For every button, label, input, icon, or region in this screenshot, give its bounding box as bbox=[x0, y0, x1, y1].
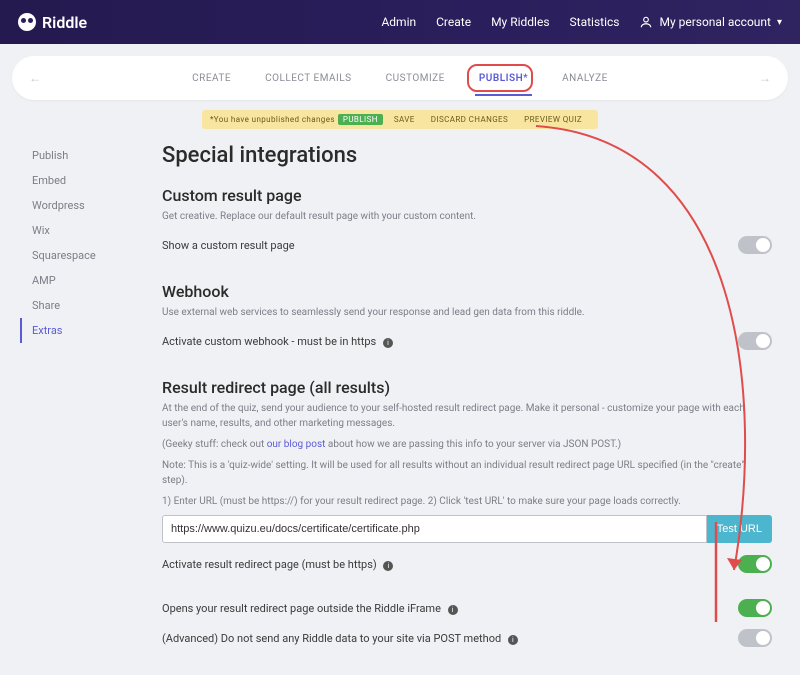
step-publish[interactable]: PUBLISH* bbox=[475, 65, 532, 92]
redirect-outside-label: Opens your result redirect page outside … bbox=[162, 602, 441, 615]
step-create[interactable]: CREATE bbox=[188, 65, 235, 92]
account-label: My personal account bbox=[659, 15, 771, 29]
sidebar-item-wordpress[interactable]: Wordpress bbox=[20, 193, 162, 218]
logo-icon bbox=[18, 13, 36, 31]
info-icon[interactable]: i bbox=[383, 561, 393, 571]
webhook-toggle[interactable] bbox=[738, 332, 772, 350]
section-redirect: Result redirect page (all results) At th… bbox=[162, 378, 772, 653]
warn-text: *You have unpublished changes bbox=[210, 115, 335, 124]
redirect-heading: Result redirect page (all results) bbox=[162, 378, 772, 397]
redirect-help3: Note: This is a 'quiz-wide' setting. It … bbox=[162, 458, 772, 488]
warn-save-button[interactable]: SAVE bbox=[389, 114, 420, 125]
step-customize[interactable]: CUSTOMIZE bbox=[382, 65, 449, 92]
brand-name: Riddle bbox=[42, 13, 87, 32]
redirect-help2: (Geeky stuff: check out our blog post ab… bbox=[162, 437, 772, 452]
custom-heading: Custom result page bbox=[162, 186, 772, 205]
warn-discard-button[interactable]: DISCARD CHANGES bbox=[426, 114, 513, 125]
webhook-heading: Webhook bbox=[162, 282, 772, 301]
sidebar-item-amp[interactable]: AMP bbox=[20, 268, 162, 293]
redirect-url-input[interactable] bbox=[162, 515, 707, 543]
sidebar-item-wix[interactable]: Wix bbox=[20, 218, 162, 243]
sidebar-item-squarespace[interactable]: Squarespace bbox=[20, 243, 162, 268]
step-next[interactable]: → bbox=[752, 71, 778, 85]
section-custom-result: Custom result page Get creative. Replace… bbox=[162, 186, 772, 260]
nav-myriddles[interactable]: My Riddles bbox=[491, 15, 549, 29]
redirect-help2-prefix: (Geeky stuff: check out bbox=[162, 439, 267, 450]
content-area: Publish Embed Wordpress Wix Squarespace … bbox=[12, 143, 788, 675]
nav-create[interactable]: Create bbox=[436, 15, 471, 29]
warn-publish-button[interactable]: PUBLISH bbox=[338, 114, 383, 125]
brand-logo[interactable]: Riddle bbox=[18, 13, 87, 32]
info-icon[interactable]: i bbox=[508, 635, 518, 645]
blog-post-link[interactable]: our blog post bbox=[267, 439, 326, 450]
chevron-down-icon: ▾ bbox=[777, 17, 782, 28]
user-icon bbox=[639, 15, 653, 29]
redirect-help4: 1) Enter URL (must be https://) for your… bbox=[162, 494, 772, 509]
page-title: Special integrations bbox=[162, 143, 772, 168]
step-analyze[interactable]: ANALYZE bbox=[558, 65, 612, 92]
sidebar-item-publish[interactable]: Publish bbox=[20, 143, 162, 168]
stepper: ← CREATE COLLECT EMAILS CUSTOMIZE PUBLIS… bbox=[12, 56, 788, 100]
sidebar-item-extras[interactable]: Extras bbox=[20, 318, 162, 343]
section-webhook: Webhook Use external web services to sea… bbox=[162, 282, 772, 356]
custom-help: Get creative. Replace our default result… bbox=[162, 209, 772, 224]
redirect-advanced-label: (Advanced) Do not send any Riddle data t… bbox=[162, 632, 501, 645]
editor-shell: ← CREATE COLLECT EMAILS CUSTOMIZE PUBLIS… bbox=[12, 56, 788, 576]
redirect-advanced-toggle[interactable] bbox=[738, 629, 772, 647]
nav-links: Admin Create My Riddles Statistics My pe… bbox=[381, 15, 782, 29]
webhook-toggle-label: Activate custom webhook - must be in htt… bbox=[162, 335, 376, 348]
sidebar-item-share[interactable]: Share bbox=[20, 293, 162, 318]
redirect-activate-toggle[interactable] bbox=[738, 555, 772, 573]
main-panel: Special integrations Custom result page … bbox=[162, 143, 788, 675]
sidebar-item-embed[interactable]: Embed bbox=[20, 168, 162, 193]
info-icon[interactable]: i bbox=[383, 338, 393, 348]
custom-toggle-label: Show a custom result page bbox=[162, 239, 295, 252]
warn-preview-button[interactable]: PREVIEW QUIZ bbox=[519, 114, 587, 125]
account-menu[interactable]: My personal account ▾ bbox=[639, 15, 782, 29]
webhook-help: Use external web services to seamlessly … bbox=[162, 305, 772, 320]
redirect-help2-suffix: about how we are passing this info to yo… bbox=[325, 439, 621, 450]
test-url-button[interactable]: Test URL bbox=[707, 515, 772, 543]
redirect-activate-label: Activate result redirect page (must be h… bbox=[162, 558, 377, 571]
custom-toggle[interactable] bbox=[738, 236, 772, 254]
unpublished-bar: *You have unpublished changes PUBLISH SA… bbox=[202, 110, 598, 129]
info-icon[interactable]: i bbox=[448, 605, 458, 615]
top-nav: Riddle Admin Create My Riddles Statistic… bbox=[0, 0, 800, 44]
nav-admin[interactable]: Admin bbox=[381, 15, 416, 29]
nav-statistics[interactable]: Statistics bbox=[570, 15, 620, 29]
redirect-help1: At the end of the quiz, send your audien… bbox=[162, 401, 772, 431]
step-prev[interactable]: ← bbox=[22, 71, 48, 85]
sidebar: Publish Embed Wordpress Wix Squarespace … bbox=[12, 143, 162, 675]
step-collect[interactable]: COLLECT EMAILS bbox=[261, 65, 356, 92]
redirect-url-row: Test URL bbox=[162, 515, 772, 543]
redirect-outside-toggle[interactable] bbox=[738, 599, 772, 617]
